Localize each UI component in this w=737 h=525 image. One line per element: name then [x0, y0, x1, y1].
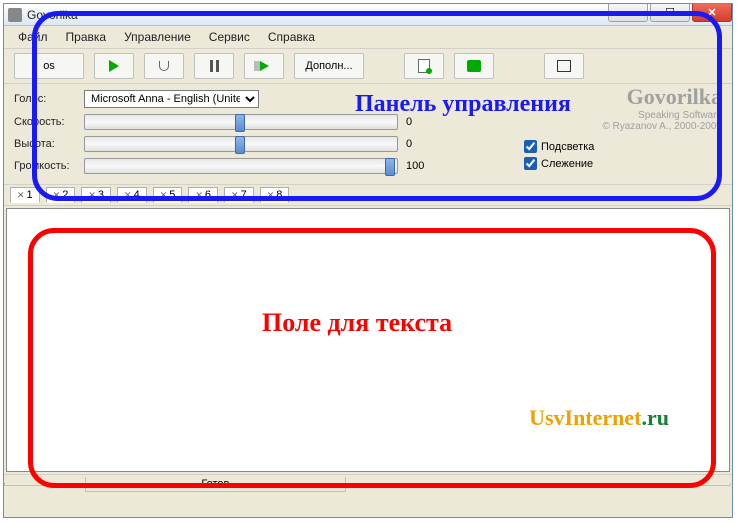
play-icon — [109, 60, 119, 72]
menu-file[interactable]: Файл — [10, 28, 56, 46]
app-icon — [8, 8, 22, 22]
tab-6[interactable]: ✕6 — [188, 187, 218, 203]
speed-label: Скорость: — [14, 116, 76, 128]
follow-label: Слежение — [541, 158, 593, 170]
layout-icon — [557, 60, 571, 72]
voice-label: Голос: — [14, 93, 76, 105]
brand-name: Govorilka — [602, 84, 722, 110]
tab-close-icon: ✕ — [267, 190, 275, 201]
speed-slider[interactable] — [84, 114, 398, 130]
tab-2[interactable]: ✕2 — [46, 187, 76, 203]
os-button[interactable]: os — [14, 53, 84, 79]
tab-close-icon: ✕ — [17, 190, 25, 201]
menu-control[interactable]: Управление — [116, 28, 199, 46]
layout-button[interactable] — [544, 53, 584, 79]
menu-edit[interactable]: Правка — [58, 28, 115, 46]
statusbar: Готов — [4, 474, 732, 494]
status-ready: Готов — [85, 477, 346, 492]
book-button[interactable] — [454, 53, 494, 79]
tab-7[interactable]: ✕7 — [224, 187, 254, 203]
menu-help[interactable]: Справка — [260, 28, 323, 46]
tab-1[interactable]: ✕1 — [10, 187, 40, 203]
stop-button[interactable] — [144, 53, 184, 79]
tab-close-icon: ✕ — [231, 190, 239, 201]
pause-button[interactable] — [194, 53, 234, 79]
text-tabs: ✕1 ✕2 ✕3 ✕4 ✕5 ✕6 ✕7 ✕8 — [4, 185, 732, 206]
watermark: UsvInternet.ru — [529, 405, 669, 431]
settings-panel: Голос: Microsoft Anna - English (Unite С… — [4, 84, 732, 185]
tab-close-icon: ✕ — [88, 190, 96, 201]
tab-close-icon: ✕ — [160, 190, 168, 201]
highlight-label: Подсветка — [541, 141, 594, 153]
status-cell-3 — [347, 483, 731, 486]
book-icon — [467, 60, 481, 72]
highlight-checkbox[interactable] — [524, 140, 537, 153]
menu-service[interactable]: Сервис — [201, 28, 258, 46]
follow-checkbox[interactable] — [524, 157, 537, 170]
document-refresh-icon — [418, 59, 430, 73]
tab-close-icon: ✕ — [124, 190, 132, 201]
titlebar: Govorilka — ☐ ✕ — [4, 4, 732, 26]
brand-copyright: © Ryazanov A., 2000-2009 — [602, 121, 722, 132]
toolbar: os Дополн... — [4, 49, 732, 84]
stop-icon — [159, 61, 169, 71]
maximize-button[interactable]: ☐ — [650, 4, 690, 22]
play-button[interactable] — [94, 53, 134, 79]
follow-checkbox-row[interactable]: Слежение — [524, 157, 594, 170]
more-button[interactable]: Дополн... — [294, 53, 364, 79]
tab-3[interactable]: ✕3 — [81, 187, 111, 203]
voice-select[interactable]: Microsoft Anna - English (Unite — [84, 90, 259, 108]
volume-value: 100 — [406, 160, 434, 172]
close-button[interactable]: ✕ — [692, 4, 732, 22]
doc-refresh-button[interactable] — [404, 53, 444, 79]
text-editor[interactable]: UsvInternet.ru — [6, 208, 730, 472]
tab-5[interactable]: ✕5 — [153, 187, 183, 203]
app-window: Govorilka — ☐ ✕ Файл Правка Управление С… — [3, 3, 733, 518]
volume-slider[interactable] — [84, 158, 398, 174]
tab-4[interactable]: ✕4 — [117, 187, 147, 203]
status-cell-1 — [4, 483, 84, 486]
pause-icon — [210, 60, 219, 72]
volume-label: Громкость: — [14, 160, 76, 172]
menubar: Файл Правка Управление Сервис Справка — [4, 26, 732, 49]
tab-close-icon: ✕ — [53, 190, 61, 201]
next-icon — [260, 61, 269, 71]
speed-value: 0 — [406, 116, 434, 128]
brand-tagline: Speaking Software — [602, 110, 722, 121]
pitch-label: Высота: — [14, 138, 76, 150]
app-title: Govorilka — [27, 8, 78, 22]
minimize-button[interactable]: — — [608, 4, 648, 22]
tab-close-icon: ✕ — [195, 190, 203, 201]
pitch-value: 0 — [406, 138, 434, 150]
brand-block: Govorilka Speaking Software © Ryazanov A… — [602, 84, 722, 132]
pitch-slider[interactable] — [84, 136, 398, 152]
next-button[interactable] — [244, 53, 284, 79]
highlight-checkbox-row[interactable]: Подсветка — [524, 140, 594, 153]
tab-8[interactable]: ✕8 — [260, 187, 290, 203]
